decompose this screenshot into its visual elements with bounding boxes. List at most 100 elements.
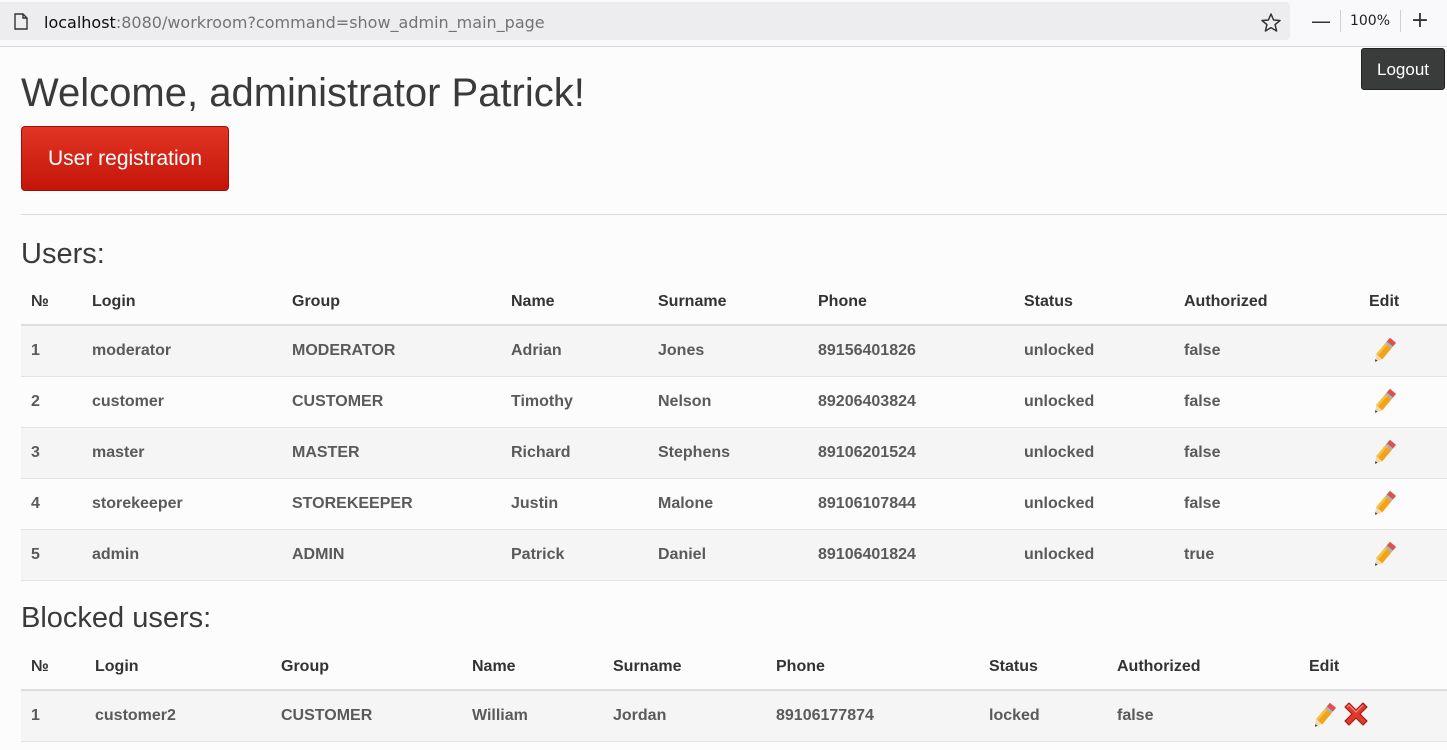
cell-authorized: false — [1174, 427, 1359, 479]
blocked-header-row: № Login Group Name Surname Phone Status … — [21, 645, 1447, 691]
cell-phone: 89106177874 — [766, 690, 979, 742]
pencil-icon[interactable] — [1369, 436, 1399, 470]
bookmark-star-icon[interactable] — [1260, 12, 1282, 34]
cell-status: unlocked — [1014, 478, 1174, 530]
cell-surname: Nelson — [648, 376, 808, 428]
cell-authorized: true — [1174, 529, 1359, 581]
col-name: Name — [501, 280, 648, 326]
cell-authorized: false — [1107, 690, 1299, 742]
cell-name: Justin — [501, 478, 648, 530]
cell-login: customer — [82, 376, 282, 428]
col-phone: Phone — [808, 280, 1014, 326]
cell-login: moderator — [82, 325, 282, 377]
cell-login: customer2 — [85, 690, 271, 742]
users-section-title: Users: — [21, 238, 105, 270]
cell-status: unlocked — [1014, 325, 1174, 377]
cell-edit — [1359, 325, 1447, 377]
table-row: 1 customer2 CUSTOMER William Jordan 891061778… — [21, 690, 1447, 742]
cell-number: 3 — [21, 427, 82, 479]
url-text: localhost:8080/workroom?command=show_adm… — [44, 13, 545, 33]
cell-group: ADMIN — [282, 529, 501, 581]
col-surname: Surname — [648, 280, 808, 326]
table-row: 2 customer CUSTOMER Timothy Nelson 8920640382… — [21, 376, 1447, 428]
cell-surname: Malone — [648, 478, 808, 530]
cell-name: William — [462, 690, 603, 742]
cell-group: CUSTOMER — [282, 376, 501, 428]
cell-phone: 89106201524 — [808, 427, 1014, 479]
zoom-in-button[interactable]: + — [1408, 8, 1432, 34]
page-icon — [14, 13, 28, 30]
cell-phone: 89106107844 — [808, 478, 1014, 530]
cell-group: MASTER — [282, 427, 501, 479]
col-edit: Edit — [1359, 280, 1447, 326]
col-number: № — [21, 280, 82, 326]
cell-edit — [1359, 376, 1447, 428]
divider — [21, 214, 1447, 215]
url-path: :8080/workroom?command=show_admin_main_p… — [115, 13, 545, 32]
url-host: localhost — [44, 13, 116, 32]
table-row: 3 master MASTER Richard Stephens 89106201524 u… — [21, 427, 1447, 479]
cell-phone: 89156401826 — [808, 325, 1014, 377]
zoom-level[interactable]: 100% — [1348, 10, 1392, 32]
cell-login: master — [82, 427, 282, 479]
cell-login: admin — [82, 529, 282, 581]
col-surname: Surname — [603, 645, 766, 691]
cell-number: 1 — [21, 690, 85, 742]
cell-group: MODERATOR — [282, 325, 501, 377]
col-status: Status — [1014, 280, 1174, 326]
user-registration-button[interactable]: User registration — [21, 126, 229, 191]
cell-group: STOREKEEPER — [282, 478, 501, 530]
col-group: Group — [271, 645, 462, 691]
blocked-users-table: № Login Group Name Surname Phone Status … — [21, 645, 1447, 742]
col-login: Login — [85, 645, 271, 691]
table-row: 5 admin ADMIN Patrick Daniel 89106401824 unloc… — [21, 529, 1447, 581]
pencil-icon[interactable] — [1309, 699, 1339, 733]
cell-surname: Stephens — [648, 427, 808, 479]
pencil-icon[interactable] — [1369, 487, 1399, 521]
cell-number: 1 — [21, 325, 82, 377]
cell-number: 2 — [21, 376, 82, 428]
table-row: 1 moderator MODERATOR Adrian Jones 8915640182… — [21, 325, 1447, 377]
cell-name: Patrick — [501, 529, 648, 581]
pencil-icon[interactable] — [1369, 538, 1399, 572]
blocked-users-section-title: Blocked users: — [21, 602, 212, 634]
delete-x-icon[interactable] — [1341, 699, 1371, 733]
col-authorized: Authorized — [1107, 645, 1299, 691]
cell-number: 5 — [21, 529, 82, 581]
col-group: Group — [282, 280, 501, 326]
address-bar[interactable]: localhost:8080/workroom?command=show_adm… — [0, 2, 1290, 40]
cell-surname: Jordan — [603, 690, 766, 742]
logout-button[interactable]: Logout — [1361, 48, 1445, 90]
col-login: Login — [82, 280, 282, 326]
divider — [1400, 10, 1401, 32]
cell-edit — [1359, 529, 1447, 581]
browser-toolbar: localhost:8080/workroom?command=show_adm… — [0, 0, 1447, 47]
cell-authorized: false — [1174, 478, 1359, 530]
cell-authorized: false — [1174, 325, 1359, 377]
cell-name: Adrian — [501, 325, 648, 377]
col-phone: Phone — [766, 645, 979, 691]
cell-surname: Daniel — [648, 529, 808, 581]
col-edit: Edit — [1299, 645, 1447, 691]
cell-edit — [1359, 478, 1447, 530]
cell-status: unlocked — [1014, 529, 1174, 581]
cell-surname: Jones — [648, 325, 808, 377]
zoom-out-button[interactable]: — — [1309, 8, 1333, 34]
col-authorized: Authorized — [1174, 280, 1359, 326]
users-table-body: 1 moderator MODERATOR Adrian Jones 8915640182… — [21, 325, 1447, 581]
cell-authorized: false — [1174, 376, 1359, 428]
cell-status: unlocked — [1014, 427, 1174, 479]
blocked-users-table-body: 1 customer2 CUSTOMER William Jordan 891061778… — [21, 690, 1447, 742]
cell-name: Timothy — [501, 376, 648, 428]
cell-name: Richard — [501, 427, 648, 479]
pencil-icon[interactable] — [1369, 385, 1399, 419]
cell-number: 4 — [21, 478, 82, 530]
table-row: 4 storekeeper STOREKEEPER Justin Malone 89106… — [21, 478, 1447, 530]
cell-edit — [1299, 690, 1447, 742]
welcome-heading: Welcome, administrator Patrick! — [21, 71, 585, 115]
col-number: № — [21, 645, 85, 691]
col-name: Name — [462, 645, 603, 691]
cell-login: storekeeper — [82, 478, 282, 530]
divider — [1340, 10, 1341, 32]
pencil-icon[interactable] — [1369, 334, 1399, 368]
